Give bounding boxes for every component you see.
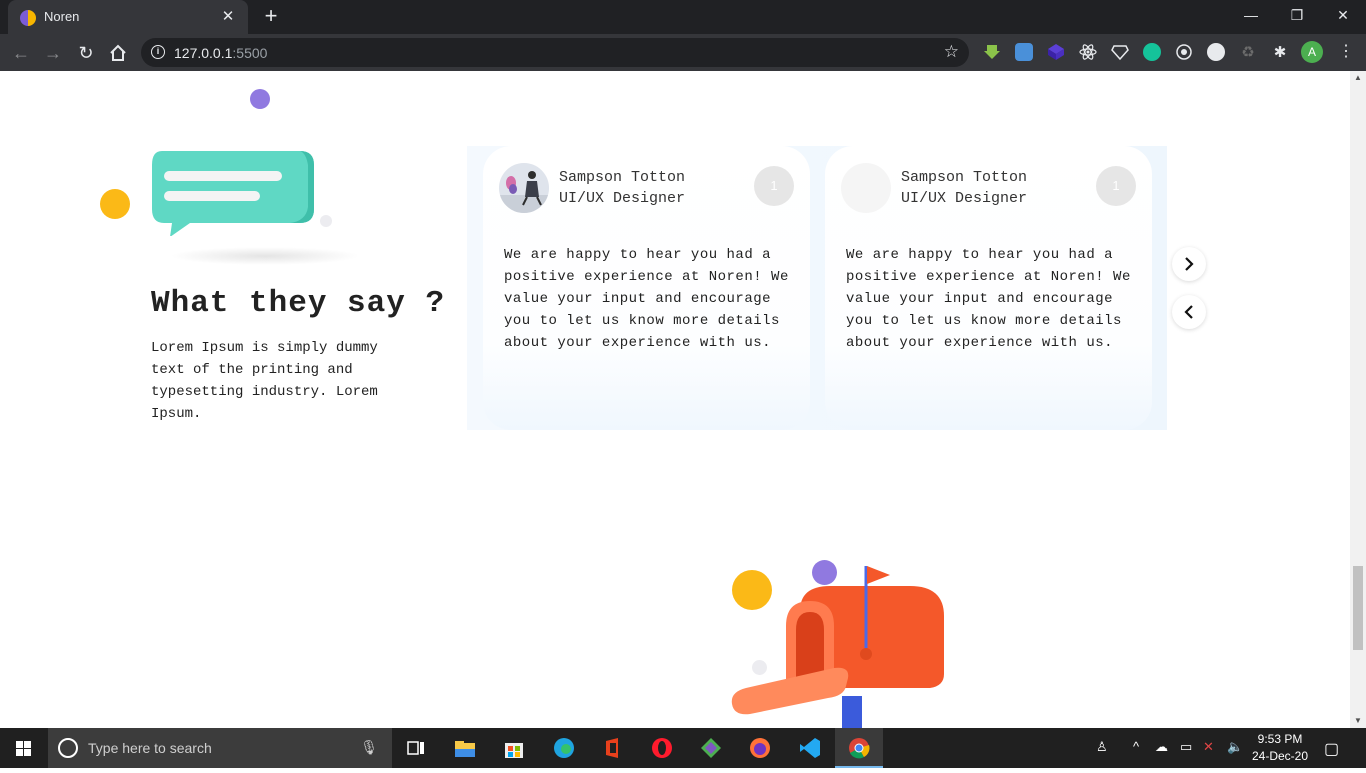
windows-taskbar: Type here to search 🎙 ♙ ^ ☁ ▭ ✕ 🔈 9:53 P… [0,728,1366,768]
people-icon[interactable]: ♙ [1096,739,1108,755]
testimonial-card: Sampson Totton UI/UX Designer 1 We are h… [825,146,1152,430]
home-icon[interactable] [105,40,131,66]
chevron-right-icon [1185,257,1194,271]
bubble-shadow [170,247,360,265]
address-bar[interactable]: i 127.0.0.1:5500 ☆ [141,38,969,67]
minimize-button[interactable]: — [1228,0,1274,30]
reviewer-role: UI/UX Designer [901,190,1028,207]
onedrive-cloud-icon[interactable]: ☁ [1155,739,1168,755]
testimonial-quote: We are happy to hear you had a positive … [846,247,1131,351]
chevron-left-icon [1184,305,1193,319]
volume-icon[interactable]: 🔈 [1227,739,1243,755]
network-icon[interactable]: ✕ [1203,739,1214,755]
opera-browser-icon[interactable] [638,728,686,768]
edge-browser-icon[interactable] [540,728,588,768]
scrollbar-thumb[interactable] [1353,566,1363,650]
download-extension-icon[interactable] [983,43,1001,61]
window-close-button[interactable]: ✕ [1320,0,1366,30]
reviewer-info: Sampson Totton UI/UX Designer [901,167,1027,209]
section-description: Lorem Ipsum is simply dummy text of the … [151,340,378,422]
clock-date: 24-Dec-20 [1251,749,1309,763]
reviewer-role: UI/UX Designer [559,190,686,207]
task-view-button[interactable] [392,728,440,768]
section-heading: What they say ? [151,286,446,321]
reviewer-name: Sampson Totton [559,169,686,186]
reviewer-avatar-placeholder [841,163,891,213]
site-info-icon[interactable]: i [151,45,165,59]
vscode-icon[interactable] [786,728,834,768]
grammarly-icon[interactable] [1143,43,1161,61]
reviewer-name: Sampson Totton [901,169,1028,186]
close-tab-icon[interactable]: ✕ [218,7,238,27]
reviewer-avatar [499,163,549,213]
file-explorer-icon[interactable] [441,728,489,768]
forward-icon[interactable]: → [40,40,66,66]
browser-toolbar: ← → ↻ i 127.0.0.1:5500 ☆ ♻ ✱ A ⋮ [0,34,1366,71]
windows-logo-icon [16,741,31,756]
white-circle-extension-icon[interactable] [1207,43,1225,61]
url-text: 127.0.0.1:5500 [174,45,268,61]
action-center-icon[interactable]: ▢ [1324,739,1339,759]
browser-tab[interactable]: Noren ✕ [8,0,248,34]
chat-bubble-icon [152,151,314,236]
target-extension-icon[interactable] [1175,43,1193,61]
cube-extension-icon[interactable] [1047,43,1065,61]
new-tab-button[interactable]: + [259,5,283,29]
restore-button[interactable]: ❐ [1274,0,1320,30]
testimonial-carousel: Sampson Totton UI/UX Designer 1 We are h… [467,146,1167,430]
testimonial-card: Sampson Totton UI/UX Designer 1 We are h… [483,146,810,430]
testimonial-quote: We are happy to hear you had a positive … [504,247,789,351]
extensions-puzzle-icon[interactable]: ✱ [1271,43,1289,61]
profile-avatar[interactable]: A [1301,41,1323,63]
carousel-prev-button[interactable] [1172,295,1206,329]
react-devtools-icon[interactable] [1079,43,1097,61]
reviewer-info: Sampson Totton UI/UX Designer [559,167,685,209]
git-kraken-icon[interactable] [687,728,735,768]
noren-favicon-icon [20,10,36,26]
page-scrollbar[interactable]: ▲ ▼ [1350,71,1366,728]
clock-time: 9:53 PM [1257,732,1303,746]
start-button[interactable] [0,728,48,768]
chrome-taskbar-icon[interactable] [835,728,883,768]
show-hidden-icons-chevron[interactable]: ^ [1133,739,1139,754]
reload-icon[interactable]: ↻ [73,40,99,66]
firefox-icon[interactable] [736,728,784,768]
gem-extension-icon[interactable] [1111,43,1129,61]
bookmark-star-icon[interactable]: ☆ [944,42,959,62]
search-placeholder: Type here to search [88,740,212,756]
office-icon[interactable] [589,728,637,768]
page-viewport: What they say ? Lorem Ipsum is simply du… [0,71,1350,728]
scroll-up-icon[interactable]: ▲ [1354,73,1362,82]
recycle-extension-icon[interactable]: ♻ [1239,43,1257,61]
grey-dot-decoration [320,215,332,227]
taskbar-search-box[interactable]: Type here to search 🎙 [48,728,392,768]
purple-dot-decoration [250,89,270,109]
mailbox-icon [731,566,944,728]
s-extension-icon[interactable] [1015,43,1033,61]
tab-title: Noren [44,9,80,24]
system-clock[interactable]: 9:53 PM 24-Dec-20 [1250,731,1310,765]
microphone-icon[interactable]: 🎙 [360,739,378,756]
rating-badge: 1 [1096,166,1136,206]
battery-icon[interactable]: ▭ [1180,739,1192,755]
browser-tab-strip: Noren ✕ + — ❐ ✕ [0,0,1366,34]
scroll-down-icon[interactable]: ▼ [1354,716,1362,725]
back-icon[interactable]: ← [8,40,34,66]
microsoft-store-icon[interactable] [490,728,538,768]
rating-badge: 1 [754,166,794,206]
browser-menu-icon[interactable]: ⋮ [1334,40,1358,64]
carousel-next-button[interactable] [1172,247,1206,281]
yellow-dot-decoration [100,189,130,219]
cortana-icon [58,738,78,758]
